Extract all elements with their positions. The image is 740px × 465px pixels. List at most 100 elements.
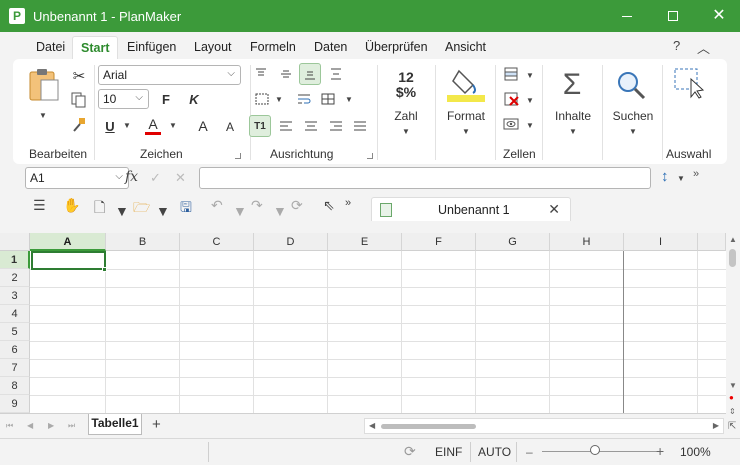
dialog-launcher-icon[interactable]	[235, 153, 241, 159]
undo-dropdown-icon[interactable]: ▼	[233, 203, 247, 219]
close-button[interactable]: ✕	[696, 0, 740, 32]
zoom-in-button[interactable]: +	[656, 443, 664, 459]
overflow-chevron-icon[interactable]: »	[693, 168, 699, 180]
row-header[interactable]: 5	[0, 323, 30, 341]
zoom-slider-track[interactable]	[542, 451, 660, 452]
align-bottom-button[interactable]	[299, 63, 321, 85]
zahl-dropdown-icon[interactable]: ▼	[402, 127, 410, 136]
format-painter-icon[interactable]	[70, 116, 88, 134]
align-justify-icon[interactable]	[353, 120, 367, 132]
row-header[interactable]: 9	[0, 395, 30, 413]
suchen-dropdown-icon[interactable]: ▼	[629, 127, 637, 136]
shrink-font-button[interactable]: A	[223, 119, 237, 135]
open-folder-icon[interactable]: 🗁	[133, 197, 150, 221]
format-dropdown-icon[interactable]: ▼	[462, 127, 470, 136]
calc-mode-indicator[interactable]: AUTO	[478, 445, 511, 459]
save-icon[interactable]: 🖫	[180, 197, 192, 221]
align-justify-vertical-icon[interactable]	[329, 67, 343, 81]
zoom-level[interactable]: 100%	[680, 445, 711, 459]
tab-einfuegen[interactable]: Einfügen	[127, 40, 176, 54]
hamburger-menu-icon[interactable]: ☰	[33, 197, 46, 214]
align-middle-icon[interactable]	[279, 67, 293, 81]
previous-sheet-icon[interactable]: ◀	[27, 421, 33, 430]
vertical-scrollbar[interactable]: ▲ ▼ ● ⇕ ⇱	[726, 233, 740, 438]
column-header[interactable]: I	[624, 233, 698, 251]
scroll-down-icon[interactable]: ▼	[729, 381, 737, 390]
align-center-icon[interactable]	[304, 120, 318, 132]
record-dot-icon[interactable]: ●	[729, 393, 734, 402]
column-header[interactable]: A	[30, 233, 106, 251]
align-right-icon[interactable]	[329, 120, 343, 132]
formula-bar-dropdown-icon[interactable]: ▼	[677, 174, 685, 183]
column-header[interactable]: H	[550, 233, 624, 251]
visibility-icon[interactable]	[502, 117, 520, 131]
add-sheet-icon[interactable]: +	[152, 416, 161, 433]
font-color-button[interactable]: A	[145, 115, 161, 135]
tab-layout[interactable]: Layout	[194, 40, 232, 54]
delete-cells-dropdown-icon[interactable]: ▼	[526, 96, 534, 105]
wrap-text-icon[interactable]	[296, 92, 312, 106]
zoom-out-button[interactable]: –	[526, 445, 533, 459]
font-color-dropdown-icon[interactable]: ▼	[169, 121, 177, 130]
sheet-tab-tabelle1[interactable]: Tabelle1	[88, 414, 142, 435]
font-size-combo[interactable]: 10 ⌵	[98, 89, 149, 109]
paste-button[interactable]	[27, 67, 61, 103]
insert-cells-dropdown-icon[interactable]: ▼	[526, 71, 534, 80]
bold-button[interactable]: F	[159, 90, 173, 108]
split-icon[interactable]: ⇕	[729, 407, 736, 416]
delete-cells-icon[interactable]	[502, 92, 520, 106]
select-all-corner[interactable]	[0, 233, 30, 251]
pan-hand-icon[interactable]: ✋	[63, 197, 80, 214]
close-document-icon[interactable]: ✕	[548, 201, 560, 218]
scroll-up-icon[interactable]: ▲	[729, 235, 737, 244]
format-button[interactable]: Format	[443, 109, 489, 123]
row-header[interactable]: 7	[0, 359, 30, 377]
new-dropdown-icon[interactable]: ▼	[115, 203, 129, 219]
search-icon[interactable]	[615, 67, 647, 103]
scroll-right-icon[interactable]: ▶	[713, 421, 719, 430]
tab-daten[interactable]: Daten	[314, 40, 347, 54]
split-corner-icon[interactable]: ⇱	[728, 421, 736, 432]
suchen-button[interactable]: Suchen	[611, 109, 655, 123]
italic-button[interactable]: K	[187, 90, 201, 108]
align-top-icon[interactable]	[254, 67, 268, 81]
number-format-icon[interactable]: 12 $%	[393, 67, 419, 103]
underline-button[interactable]: U	[103, 117, 117, 135]
redo-icon[interactable]: ↷	[251, 197, 263, 214]
column-header[interactable]: G	[476, 233, 550, 251]
tab-formeln[interactable]: Formeln	[250, 40, 296, 54]
help-icon[interactable]: ?	[673, 38, 680, 53]
first-sheet-icon[interactable]: ⏮	[6, 421, 13, 431]
new-document-icon[interactable]: 🗋	[94, 197, 105, 221]
align-left-icon[interactable]	[279, 120, 293, 132]
expand-formula-icon[interactable]: ↕	[661, 168, 669, 185]
copy-icon[interactable]	[70, 91, 88, 109]
selection-mode-icon[interactable]	[673, 67, 705, 99]
formula-input[interactable]	[199, 167, 651, 189]
function-wizard-icon[interactable]: fx	[125, 169, 138, 185]
insert-cells-icon[interactable]	[502, 67, 520, 81]
row-header[interactable]: 6	[0, 341, 30, 359]
column-header[interactable]: B	[106, 233, 180, 251]
borders-dropdown-icon[interactable]: ▼	[275, 95, 283, 104]
name-box[interactable]: A1 ⌵	[25, 167, 129, 189]
inhalte-button[interactable]: Inhalte	[551, 109, 595, 123]
row-header[interactable]: 3	[0, 287, 30, 305]
underline-dropdown-icon[interactable]: ▼	[123, 121, 131, 130]
dialog-launcher-icon[interactable]	[367, 153, 373, 159]
vertical-scroll-thumb[interactable]	[729, 249, 736, 267]
row-header[interactable]: 1	[0, 251, 30, 269]
tab-ansicht[interactable]: Ansicht	[445, 40, 486, 54]
last-sheet-icon[interactable]: ⏭	[68, 421, 75, 431]
row-header[interactable]: 8	[0, 377, 30, 395]
sync-icon[interactable]: ⟳	[404, 443, 416, 460]
collapse-ribbon-icon[interactable]: ︿	[697, 38, 710, 57]
merge-dropdown-icon[interactable]: ▼	[345, 95, 353, 104]
tab-datei[interactable]: Datei	[36, 40, 65, 54]
maximize-button[interactable]	[650, 0, 696, 32]
sum-icon[interactable]: Σ	[557, 67, 587, 103]
redo-dropdown-icon[interactable]: ▼	[273, 203, 287, 219]
insert-mode-indicator[interactable]: EINF	[435, 445, 462, 459]
borders-icon[interactable]	[254, 92, 270, 106]
selected-cell-a1[interactable]	[31, 251, 106, 270]
